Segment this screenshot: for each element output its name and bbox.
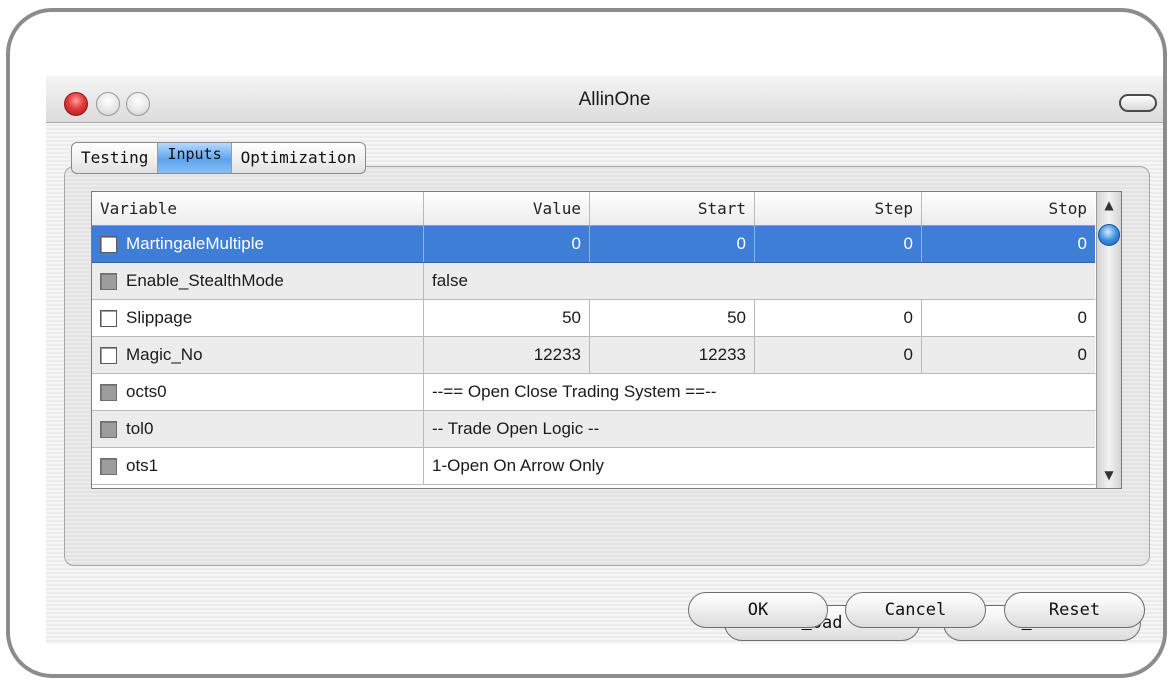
cancel-button[interactable]: Cancel	[845, 592, 986, 628]
optimize-checkbox[interactable]	[100, 309, 117, 327]
column-header-step[interactable]: Step	[755, 192, 922, 225]
table-row[interactable]: MartingaleMultiple 0 0 0 0	[92, 226, 1095, 263]
table-row[interactable]: tol0 -- Trade Open Logic --	[92, 411, 1095, 448]
variable-name: tol0	[126, 419, 154, 438]
table-row[interactable]: Enable_StealthMode false	[92, 263, 1095, 300]
table-row[interactable]: Magic_No 12233 12233 0 0	[92, 337, 1095, 374]
tab-optimization[interactable]: Optimization	[232, 143, 366, 173]
scroll-down-arrow-icon[interactable]: ▼	[1097, 464, 1121, 486]
column-header-value[interactable]: Value	[424, 192, 590, 225]
allinone-window: AllinOne Variable Value Start Step Stop	[46, 76, 1163, 644]
variable-name: ots1	[126, 456, 159, 475]
variable-cell[interactable]: octs0	[92, 374, 424, 410]
optimize-checkbox[interactable]	[100, 346, 117, 364]
optimize-checkbox-disabled	[100, 420, 117, 438]
optimize-checkbox-disabled	[100, 383, 117, 401]
table-row[interactable]: octs0 --== Open Close Trading System ==-…	[92, 374, 1095, 411]
table-header: Variable Value Start Step Stop	[92, 192, 1095, 226]
table-row[interactable]: ots1 1-Open On Arrow Only	[92, 448, 1095, 485]
tab-inputs[interactable]: Inputs	[158, 143, 232, 173]
variable-cell[interactable]: Magic_No	[92, 337, 424, 373]
value-cell[interactable]: false	[424, 263, 1095, 299]
variable-name: Enable_StealthMode	[126, 271, 284, 290]
start-cell[interactable]: 50	[590, 300, 755, 336]
variable-name: MartingaleMultiple	[126, 234, 264, 253]
tab-testing[interactable]: Testing	[72, 143, 159, 173]
toolbar-toggle-icon[interactable]	[1119, 94, 1157, 112]
scroll-thumb[interactable]	[1098, 224, 1120, 246]
value-cell[interactable]: 1-Open On Arrow Only	[424, 448, 1095, 484]
optimize-checkbox-disabled	[100, 272, 117, 290]
step-cell[interactable]: 0	[755, 226, 922, 262]
column-header-variable[interactable]: Variable	[92, 192, 424, 225]
variable-cell[interactable]: tol0	[92, 411, 424, 447]
variable-cell[interactable]: Slippage	[92, 300, 424, 336]
tab-bar: Testing Inputs Optimization	[71, 142, 367, 174]
variable-cell[interactable]: Enable_StealthMode	[92, 263, 424, 299]
value-cell[interactable]: --== Open Close Trading System ==--	[424, 374, 1095, 410]
column-header-stop[interactable]: Stop	[922, 192, 1095, 225]
step-cell[interactable]: 0	[755, 337, 922, 373]
inputs-panel: Variable Value Start Step Stop Martingal…	[64, 166, 1150, 641]
start-cell[interactable]: 12233	[590, 337, 755, 373]
variable-name: Magic_No	[126, 345, 203, 364]
step-cell[interactable]: 0	[755, 300, 922, 336]
screenshot-frame: AllinOne Variable Value Start Step Stop	[6, 8, 1167, 678]
value-cell[interactable]: 12233	[424, 337, 590, 373]
stop-cell[interactable]: 0	[922, 226, 1095, 262]
value-cell[interactable]: -- Trade Open Logic --	[424, 411, 1095, 447]
title-bar[interactable]: AllinOne	[46, 76, 1163, 123]
start-cell[interactable]: 0	[590, 226, 755, 262]
table-row[interactable]: Slippage 50 50 0 0	[92, 300, 1095, 337]
stop-cell[interactable]: 0	[922, 337, 1095, 373]
value-cell[interactable]: 50	[424, 300, 590, 336]
value-cell[interactable]: 0	[424, 226, 590, 262]
variable-cell[interactable]: ots1	[92, 448, 424, 484]
inputs-grid: Variable Value Start Step Stop Martingal…	[91, 191, 1122, 489]
window-title: AllinOne	[578, 89, 651, 110]
column-header-start[interactable]: Start	[590, 192, 755, 225]
scroll-up-arrow-icon[interactable]: ▲	[1097, 194, 1121, 216]
optimize-checkbox-disabled	[100, 457, 117, 475]
vertical-scrollbar[interactable]: ▲ ▼	[1096, 192, 1121, 488]
reset-button[interactable]: Reset	[1004, 592, 1145, 628]
optimize-checkbox[interactable]	[100, 235, 117, 253]
ok-button[interactable]: OK	[688, 592, 828, 628]
stop-cell[interactable]: 0	[922, 300, 1095, 336]
variable-cell[interactable]: MartingaleMultiple	[92, 226, 424, 262]
variable-name: Slippage	[126, 308, 193, 327]
variable-name: octs0	[126, 382, 167, 401]
inputs-table: Variable Value Start Step Stop Martingal…	[92, 192, 1095, 485]
